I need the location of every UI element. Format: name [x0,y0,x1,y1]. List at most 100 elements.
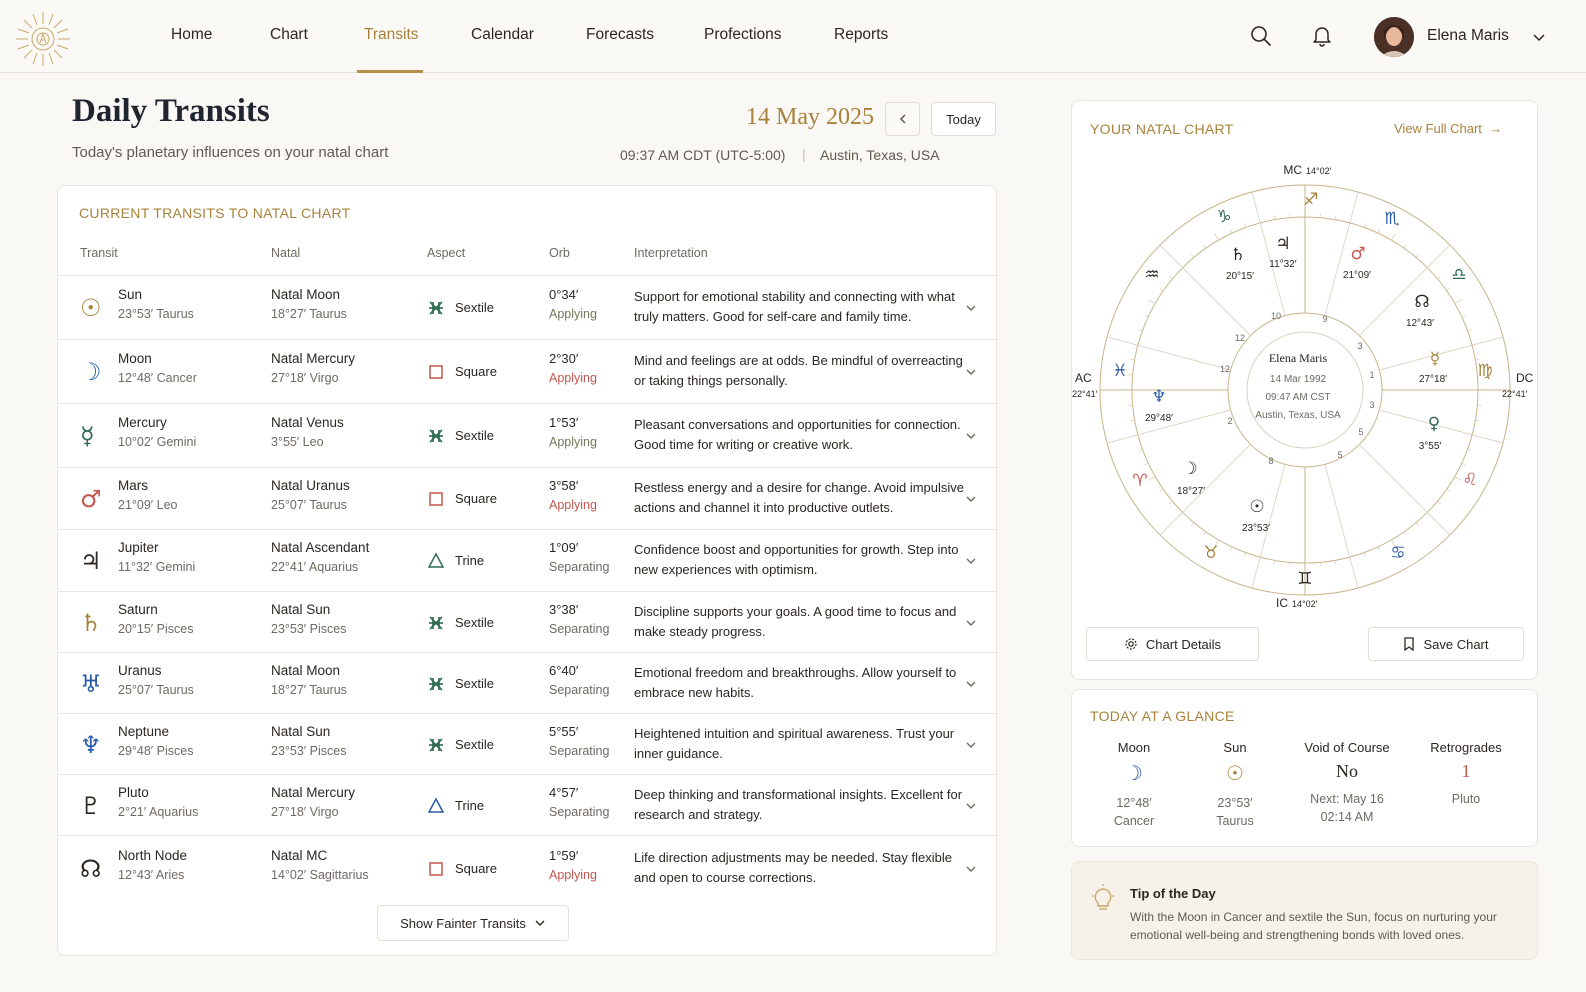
glance-retrogrades: Retrogrades 1 Pluto [1406,740,1526,808]
chevron-down-icon[interactable] [964,616,978,630]
neptune-icon: ♆ [1151,387,1166,407]
virgo-icon: ♍ [1477,361,1492,381]
natal-point: Natal Ascendant [271,540,370,555]
table-row[interactable]: ☽ Moon 12°48′ Cancer Natal Mercury 27°18′ Vi… [58,339,996,403]
save-chart-button[interactable]: Save Chart [1368,627,1524,661]
interpretation-text: Restless energy and a desire for change.… [634,480,965,515]
arrow-right-icon: → [1485,121,1503,136]
natal-chart-title: YOUR NATAL CHART [1090,121,1234,137]
nav-home[interactable]: Home [171,26,212,73]
interpretation-text: Confidence boost and opportunities for g… [634,542,959,577]
chevron-down-icon[interactable] [964,429,978,443]
bookmark-icon [1404,637,1415,651]
bell-icon[interactable] [1310,24,1334,48]
orb-status: Separating [549,560,610,574]
house-number: 5 [1358,427,1363,437]
aspect-name: Trine [455,798,485,813]
dc-degree: 22°41′ [1502,389,1528,399]
nav-reports[interactable]: Reports [834,26,888,73]
chevron-down-icon[interactable] [964,554,978,568]
table-row[interactable]: ♅ Uranus 25°07′ Taurus Natal Moon 18°27′ Tau… [58,652,996,713]
tip-text: With the Moon in Cancer and sextile the … [1130,910,1497,942]
table-row[interactable]: ☊ North Node 12°43′ Aries Natal MC 14°02′ Sa… [58,835,996,900]
aries-icon: ♈ [1132,471,1147,491]
orb-status: Applying [549,371,597,385]
table-row[interactable]: ☉ Sun 23°53′ Taurus Natal Moon 18°27′ Taurus… [58,275,996,339]
scorpio-icon: ♏ [1384,209,1399,229]
gear-icon [1125,638,1137,650]
chart-details-button[interactable]: Chart Details [1086,627,1259,661]
orb-status: Applying [549,435,597,449]
show-fainter-label: Show Fainter Transits [400,915,526,931]
nav-calendar[interactable]: Calendar [471,26,534,73]
chart-details-label: Chart Details [1145,636,1222,652]
aspect-name: Square [455,491,497,506]
chevron-down-icon[interactable] [964,677,978,691]
moon-icon: ☽ [80,358,102,386]
nav-forecasts[interactable]: Forecasts [586,26,654,73]
house-number: 3 [1369,400,1374,410]
chevron-down-icon[interactable] [964,862,978,876]
natal-position: 23°53′ Pisces [271,744,347,758]
glance-moon-degree: 12°48′ [1116,796,1152,810]
chevron-down-icon[interactable] [1530,28,1548,46]
birth-time: 09:47 AM CST [1265,392,1330,403]
table-row[interactable]: ♆ Neptune 29°48′ Pisces Natal Sun 23°53′ Pis… [58,713,996,774]
transit-position: 21°09′ Leo [118,498,178,512]
glance-void-time: 02:14 AM [1320,810,1374,824]
chevron-down-icon[interactable] [964,301,978,315]
nav-profections[interactable]: Profections [704,26,782,73]
previous-day-button[interactable] [885,102,920,136]
ac-degree: 22°41′ [1072,389,1098,399]
chevron-down-icon[interactable] [964,365,978,379]
orb-status: Separating [549,805,610,819]
natal-position: 3°55′ Leo [271,435,324,449]
house-number: 8 [1268,456,1273,466]
chevron-down-icon[interactable] [964,799,978,813]
chevron-down-icon[interactable] [964,492,978,506]
north-node-icon: ☊ [80,855,102,883]
glance-sun-heading: Sun [1223,740,1247,755]
sun-logo-icon[interactable] [14,10,72,68]
birth-place: Austin, Texas, USA [1255,410,1341,421]
transits-card: CURRENT TRANSITS TO NATAL CHART Transit … [57,185,997,956]
current-location: Austin, Texas, USA [820,147,940,163]
orb-status: Separating [549,622,610,636]
transit-position: 20°15′ Pisces [118,622,194,636]
sextile-icon [429,738,443,752]
chevron-down-icon[interactable] [964,738,978,752]
lightbulb-icon [1092,884,1114,910]
libra-icon: ♎ [1451,265,1466,285]
today-button[interactable]: Today [931,102,996,136]
header-separator: | [802,146,806,162]
avatar[interactable] [1374,17,1414,57]
table-row[interactable]: ♃ Jupiter 11°32′ Gemini Natal Ascendant 22°4… [58,529,996,591]
natal-point: Natal MC [271,848,328,863]
table-row[interactable]: ♇ Pluto 2°21′ Aquarius Natal Mercury 27°18′ … [58,774,996,835]
table-row[interactable]: ♄ Saturn 20°15′ Pisces Natal Sun 23°53′ Pisc… [58,591,996,652]
glance-moon: Moon ☽ 12°48′ Cancer [1079,740,1189,830]
transit-planet: Moon [118,351,152,366]
search-icon[interactable] [1249,24,1273,48]
orb-value: 4°57′ [549,785,579,800]
orb-status: Applying [549,307,597,321]
glance-void-next: Next: May 16 [1310,792,1384,806]
interpretation-text: Pleasant conversations and opportunities… [634,417,961,452]
orb-value: 1°09′ [549,540,579,555]
trine-icon [427,797,445,813]
square-icon [429,492,443,506]
view-full-chart-link[interactable]: View Full Chart → [1394,121,1502,136]
natal-chart-wheel[interactable]: ♐ ♏ ♑ ♎ ♒ ♍ ♓ ♈ ♌ ♋ ♉ ♊ MC 14°02′ IC 14°… [1072,146,1539,666]
birth-date: 14 Mar 1992 [1270,374,1327,385]
user-name[interactable]: Elena Maris [1427,27,1509,45]
show-fainter-transits-button[interactable]: Show Fainter Transits [377,905,569,941]
nav-chart[interactable]: Chart [270,26,308,73]
nav-transits[interactable]: Transits [364,26,419,73]
table-row[interactable]: ♂ Mars 21°09′ Leo Natal Uranus 25°07′ Taurus… [58,467,996,529]
transit-position: 2°21′ Aquarius [118,805,199,819]
neptune-icon: ♆ [80,731,102,759]
planet-degree: 3°55′ [1419,441,1442,452]
aquarius-icon: ♒ [1144,265,1159,285]
table-row[interactable]: ☿ Mercury 10°02′ Gemini Natal Venus 3°55′ Le… [58,403,996,467]
current-date: 14 May 2025 [746,104,874,130]
